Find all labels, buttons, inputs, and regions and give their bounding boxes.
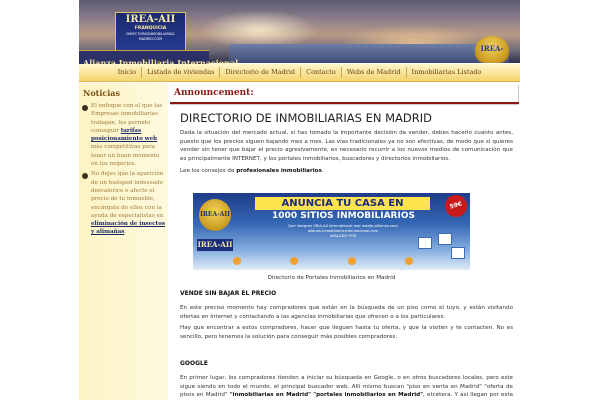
section-heading-vende: VENDE SIN BAJAR EL PRECIO: [180, 290, 277, 297]
ad-logo: IREA-AII: [197, 239, 233, 251]
ad-price-badge: 59€: [442, 193, 470, 220]
intro-paragraph: Dada la situación del mercado actual, si…: [180, 130, 513, 162]
sidebar-heading: Noticias: [83, 88, 120, 98]
tips-bold: profesionales inmobiliarios: [236, 168, 322, 174]
news-item: No dejes que la aparición de un huésped …: [79, 168, 168, 236]
logo-title: IREA-AII: [125, 14, 176, 25]
quality-badge: IREA-AII: [475, 36, 509, 63]
vende-paragraph-1: En este preciso momento hay compradores …: [180, 305, 513, 320]
page-title: DIRECTORIO DE INMOBILIARIAS EN MADRID: [180, 111, 433, 125]
ad-seal-icon: IREA-AII: [199, 199, 231, 231]
main-content: Announcement: DIRECTORIO DE INMOBILIARIA…: [170, 83, 520, 400]
ad-seal-label: IREA-AII: [200, 211, 230, 218]
ad-subline: 1000 SITIOS INMOBILIARIOS: [272, 211, 415, 221]
news-sidebar: Noticias El enfoque con el que las Empre…: [79, 83, 168, 400]
google-paragraph: En primer lugar, los compradores tienden…: [180, 374, 513, 400]
partner-icon: [404, 257, 413, 265]
ad-partner-logos: [233, 257, 413, 267]
site-title-bar: Alianza Inmobiliaria Internacional: [79, 50, 238, 68]
partner-icon: [233, 257, 241, 265]
ad-small-text: Que integran IREA-AII international real…: [288, 224, 398, 228]
google-bold-1: "inmobiliarias en Madrid": [229, 392, 312, 398]
main-nav: Inicio Listado de viviendas Directorio d…: [79, 64, 520, 82]
site-logo[interactable]: IREA-AII FRANQUICIA DIRECTORIOINMOBILIAR…: [115, 12, 186, 51]
announcement-bar: Announcement:: [170, 85, 519, 105]
announcement-divider: [170, 102, 519, 104]
news-item: El enfoque con el que las Empresas inmob…: [79, 100, 168, 168]
logo-domain: DIRECTORIOINMOBILIARIAS MADRID.COM: [126, 32, 175, 41]
partner-icon: [290, 257, 299, 265]
ad-small-text: AVALADO POR: [329, 234, 357, 238]
news-link-insectos[interactable]: eliminación de insectos y alimañas: [91, 221, 165, 235]
nav-inicio[interactable]: Inicio: [113, 67, 141, 78]
tips-text: Lee los consejos de: [180, 168, 237, 174]
news-text: No dejes que la aparición de un huésped …: [88, 170, 165, 236]
house-icon: [451, 247, 465, 259]
badge-label: IREA-AII: [480, 44, 504, 53]
nav-listado-viviendas[interactable]: Listado de viviendas: [141, 67, 219, 78]
tips-tail: .: [321, 168, 324, 174]
nav-contacto[interactable]: Contacto: [300, 67, 341, 78]
house-icon: [418, 237, 432, 249]
nav-webs-madrid[interactable]: Webs de Madrid: [340, 67, 406, 78]
partner-icon: [347, 257, 356, 265]
news-text-tail: .: [124, 229, 127, 236]
tips-paragraph: Lee los consejos de profesionales inmobi…: [180, 167, 513, 176]
vende-paragraph-2: Hay que encontrar a estos compradores, h…: [180, 325, 513, 340]
ad-small-text: alianza-inmobiliaria-internacional.com: [307, 229, 379, 233]
ad-headline: ANUNCIA TU CASA EN: [255, 197, 430, 210]
section-heading-google: GOOGLE: [180, 360, 208, 367]
nav-inmobiliarias-listado[interactable]: Inmobiliarias Listado: [405, 67, 487, 78]
ad-banner-image[interactable]: IREA-AII IREA-AII ANUNCIA TU CASA EN 100…: [193, 193, 470, 270]
news-text-tail: más competitivas para tener un buen mome…: [91, 144, 160, 168]
ad-caption: Directorio de Portales Inmobiliarios en …: [267, 275, 396, 281]
announcement-label: Announcement:: [174, 88, 254, 98]
house-icon: [438, 233, 452, 245]
news-text: El enfoque con el que las Empresas inmob…: [88, 102, 165, 168]
nav-directorio-madrid[interactable]: Directorio de Madrid: [219, 67, 300, 78]
google-bold-2: "portales inmobiliarios en Madrid": [313, 392, 424, 398]
news-text-body: No dejes que la aparición de un huésped …: [91, 171, 164, 219]
banner-pool: [229, 44, 509, 63]
